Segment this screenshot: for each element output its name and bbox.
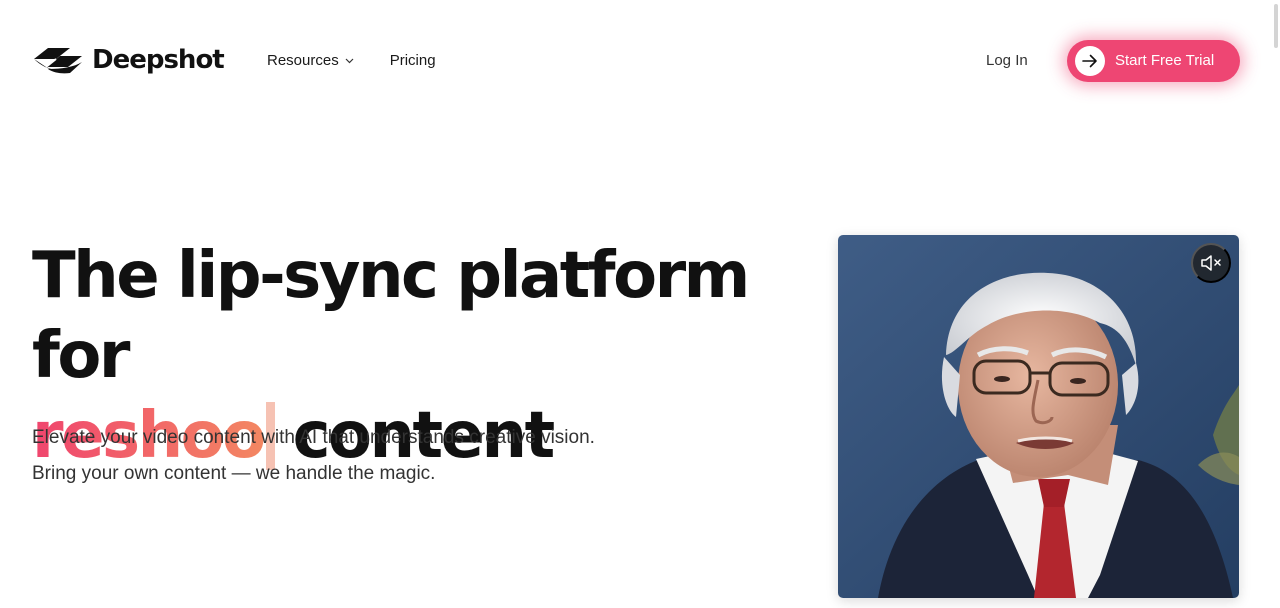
- chevron-down-icon: [345, 58, 354, 64]
- demo-video[interactable]: [838, 235, 1239, 598]
- speaker-muted-icon: [1201, 255, 1221, 271]
- deepshot-logo-icon: [34, 48, 82, 74]
- arrow-right-icon: [1075, 46, 1105, 76]
- login-link[interactable]: Log In: [986, 50, 1028, 72]
- scrollbar-thumb[interactable]: [1274, 4, 1278, 48]
- hero-title-line1: The lip-sync platform for: [32, 239, 750, 393]
- scrollbar[interactable]: [1272, 0, 1280, 50]
- start-free-trial-label: Start Free Trial: [1115, 52, 1215, 69]
- start-free-trial-button[interactable]: Start Free Trial: [1067, 40, 1240, 82]
- nav-item-pricing[interactable]: Pricing: [390, 50, 436, 72]
- video-frame: [838, 235, 1239, 598]
- nav-item-resources[interactable]: Resources: [267, 50, 354, 72]
- brand-name: Deepshot: [92, 45, 225, 75]
- nav-item-label: Resources: [267, 52, 339, 69]
- main-nav: Resources Pricing: [267, 50, 436, 72]
- brand-logo[interactable]: Deepshot: [32, 43, 225, 77]
- nav-item-label: Pricing: [389, 52, 436, 69]
- hero-subtitle: Elevate your video content with AI that …: [32, 420, 595, 492]
- hero-subtitle-line1: Elevate your video content with AI that …: [32, 427, 595, 448]
- mute-toggle-button[interactable]: [1191, 243, 1231, 283]
- hero-subtitle-line2: Bring your own content — we handle the m…: [32, 463, 436, 484]
- site-header: Deepshot Resources Pricing Log In Start …: [0, 0, 1280, 122]
